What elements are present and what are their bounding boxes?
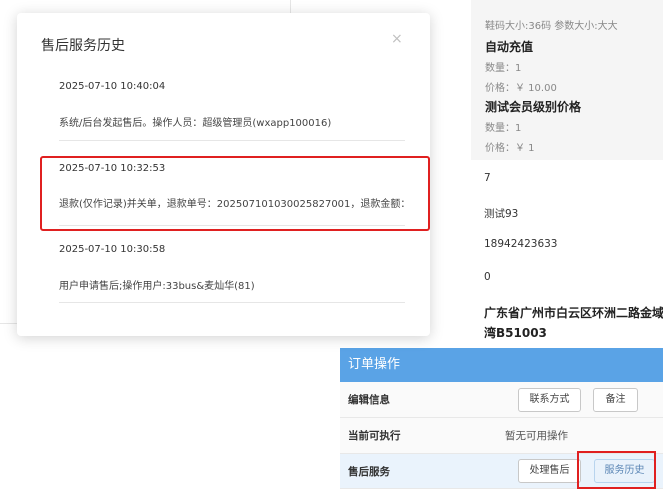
- item-price: 价格：￥ 1: [485, 143, 535, 154]
- close-icon[interactable]: ×: [391, 31, 403, 47]
- info-value: 0: [484, 271, 491, 283]
- info-value: 测试93: [484, 208, 519, 220]
- divider: [59, 302, 405, 303]
- info-value: 7: [484, 172, 491, 184]
- entry-desc: 系统/后台发起售后。操作人员：超级管理员(wxapp100016): [59, 118, 332, 129]
- info-value: 18942423633: [484, 238, 558, 250]
- ops-row-edit: 编辑信息 联系方式 备注: [340, 382, 663, 418]
- address-line: 广东省广州市白云区环洲二路金域蓝: [484, 306, 663, 320]
- ops-label: 当前可执行: [348, 430, 401, 442]
- entry-time: 2025-07-10 10:40:04: [59, 81, 166, 92]
- order-ops-header: 订单操作: [340, 348, 663, 382]
- divider: [59, 140, 405, 141]
- contact-button[interactable]: 联系方式: [518, 388, 581, 412]
- address-line: 湾B51003: [484, 326, 547, 340]
- divider: [290, 0, 291, 14]
- item-title: 自动充值: [485, 40, 534, 54]
- ops-label: 售后服务: [348, 466, 390, 478]
- remark-button[interactable]: 备注: [593, 388, 638, 412]
- no-actions-note: 暂无可用操作: [505, 430, 568, 442]
- item-qty: 数量：1: [485, 123, 522, 134]
- handle-aftersale-button[interactable]: 处理售后: [518, 459, 581, 483]
- highlight-box: [577, 451, 656, 489]
- item-qty: 数量：1: [485, 63, 522, 74]
- product-spec: 鞋码大小:36码 参数大小:大大: [485, 21, 618, 32]
- modal-title: 售后服务历史: [41, 38, 125, 54]
- entry-desc: 用户申请售后;操作用户:33bus&麦灿华(81): [59, 281, 255, 292]
- item-title: 测试会员级别价格: [485, 100, 582, 114]
- highlight-box: [40, 156, 430, 231]
- ops-label: 编辑信息: [348, 394, 390, 406]
- entry-time: 2025-07-10 10:30:58: [59, 244, 166, 255]
- item-price: 价格：￥ 10.00: [485, 83, 557, 94]
- ops-row-actions: 当前可执行 暂无可用操作: [340, 418, 663, 454]
